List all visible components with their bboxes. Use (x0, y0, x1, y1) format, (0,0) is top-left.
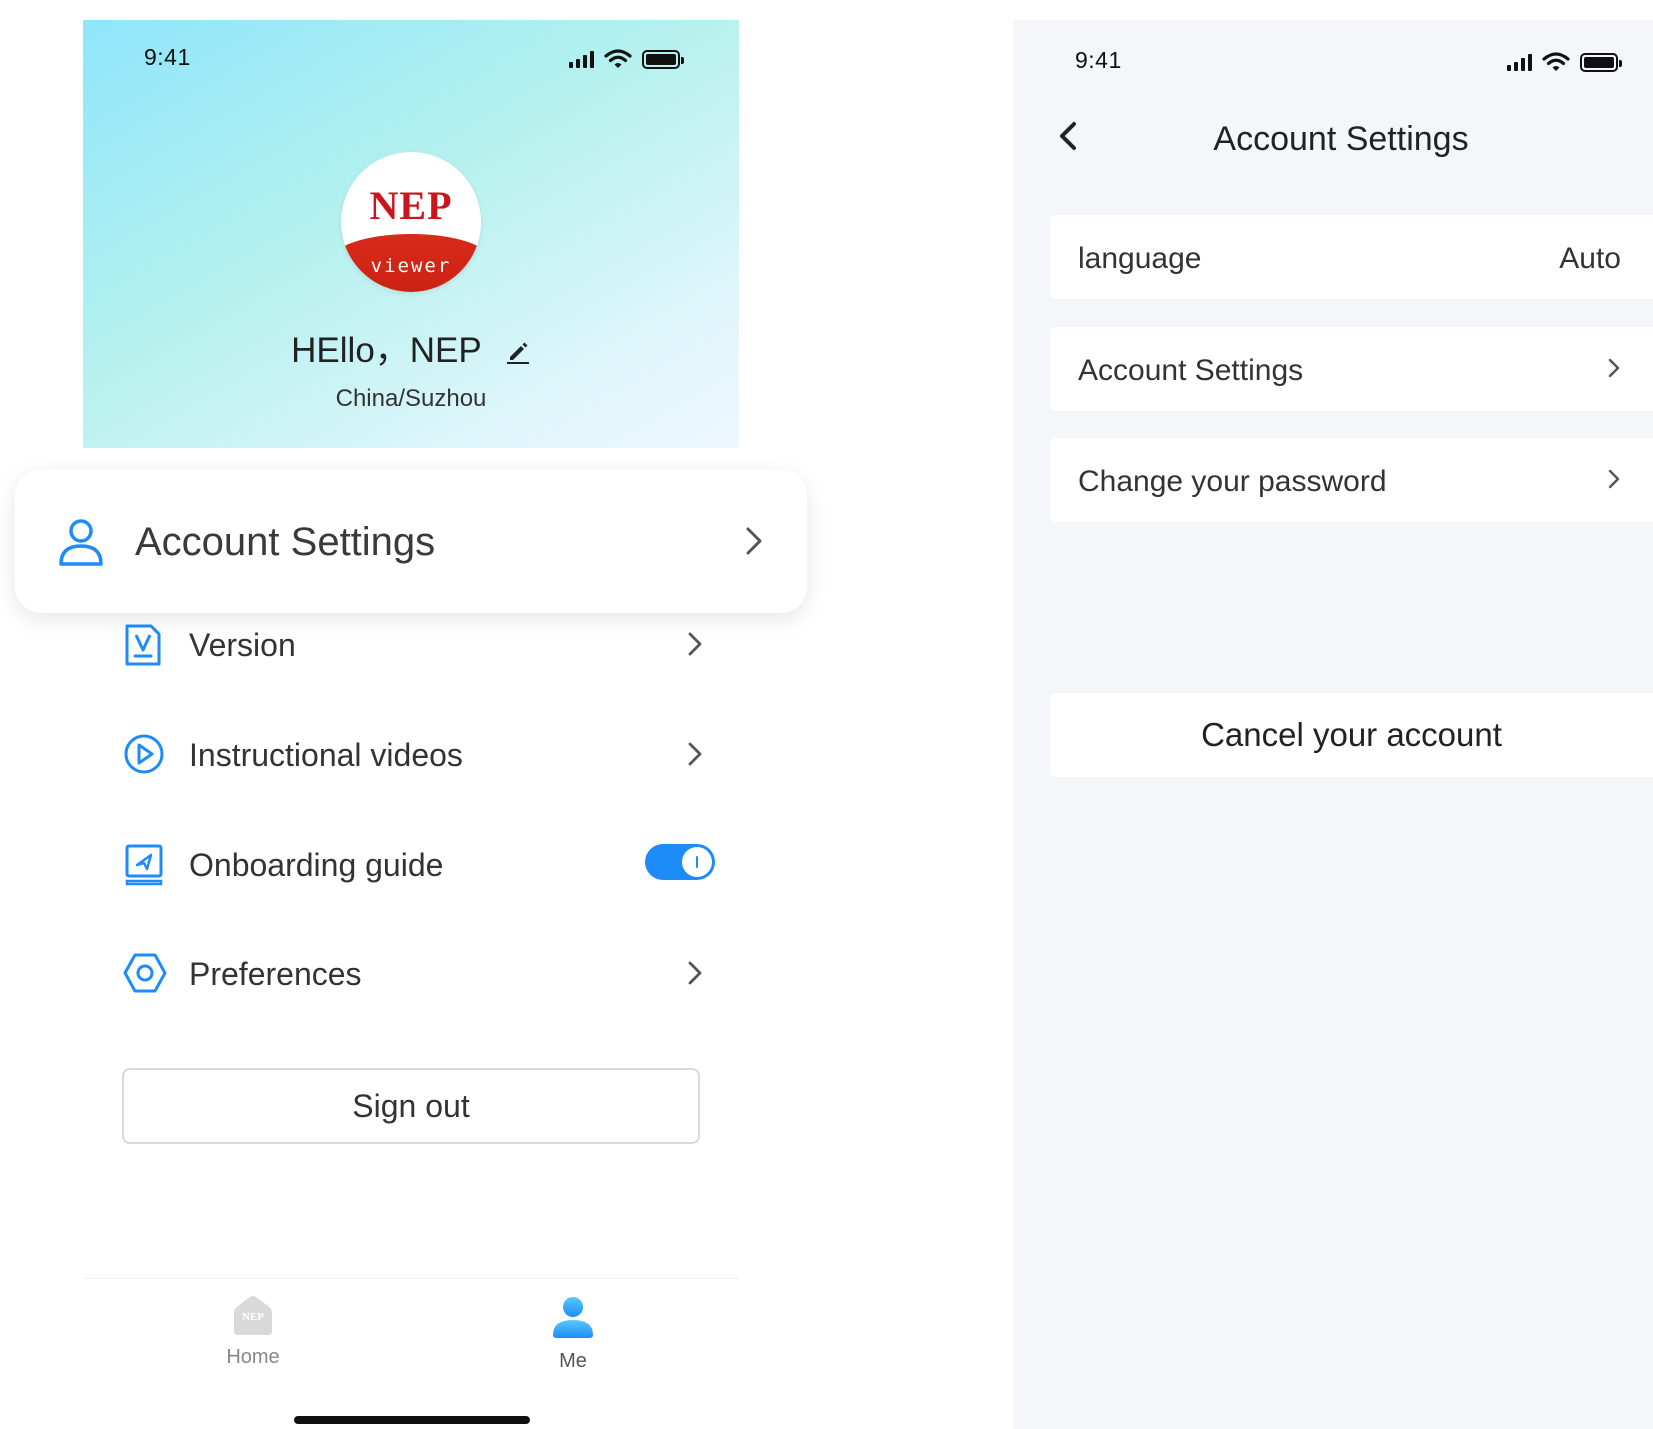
menu-label-preferences: Preferences (189, 956, 362, 992)
onboarding-guide-toggle[interactable] (645, 844, 715, 880)
menu-item-preferences[interactable]: Preferences (123, 942, 703, 1002)
chevron-right-icon (687, 960, 703, 991)
greeting: HEllo，NEP (83, 322, 739, 373)
account-settings-card[interactable]: Account Settings (15, 470, 807, 613)
chevron-right-icon (1607, 468, 1621, 495)
right-phone-screen: 9:41 Account Settings language Auto Acco… (1013, 20, 1653, 1429)
wifi-icon (604, 49, 632, 68)
menu-item-version[interactable]: Version (123, 613, 703, 673)
signal-icon (569, 50, 594, 68)
status-icons (1507, 51, 1622, 73)
menu-label-instructional-videos: Instructional videos (189, 737, 463, 773)
status-time: 9:41 (1075, 47, 1122, 73)
page-title: Account Settings (1213, 120, 1469, 158)
tab-bar: NEP Home Me (83, 1278, 739, 1428)
pencil-icon[interactable] (505, 333, 531, 373)
language-value: Auto (1559, 242, 1621, 275)
tab-home[interactable]: NEP Home (193, 1295, 313, 1369)
person-icon (551, 1295, 595, 1344)
home-icon: NEP (231, 1295, 275, 1337)
tab-label-home: Home (226, 1346, 280, 1368)
avatar[interactable]: NEP viewer (341, 152, 481, 292)
guide-book-icon (123, 843, 165, 892)
sign-out-button[interactable]: Sign out (122, 1068, 700, 1144)
logo-text: NEP (369, 183, 453, 228)
chevron-right-icon (745, 526, 763, 561)
wifi-icon (1542, 52, 1570, 71)
menu-item-onboarding-guide[interactable]: Onboarding guide (123, 833, 715, 893)
account-settings-row[interactable]: Account Settings (1050, 327, 1653, 411)
profile-header: 9:41 NEP viewer HEllo，NEP China/Suzhou (83, 20, 739, 448)
greeting-text: HEllo，NEP (291, 331, 482, 370)
menu-label-onboarding-guide: Onboarding guide (189, 847, 444, 883)
version-icon (123, 623, 163, 672)
account-settings-label: Account Settings (135, 520, 436, 564)
location-text: China/Suzhou (335, 385, 487, 412)
chevron-right-icon (687, 631, 703, 662)
language-label: language (1078, 242, 1202, 275)
menu-item-instructional-videos[interactable]: Instructional videos (123, 723, 703, 783)
tab-label-me: Me (559, 1350, 587, 1372)
logo-subtext: viewer (370, 255, 452, 277)
battery-icon (642, 49, 684, 69)
menu-label-version: Version (189, 627, 296, 663)
chevron-right-icon (687, 741, 703, 772)
battery-icon (1580, 52, 1622, 72)
change-password-label: Change your password (1078, 465, 1387, 498)
left-phone-screen: 9:41 NEP viewer HEllo，NEP China/Suzhou A… (15, 20, 807, 1429)
language-row[interactable]: language Auto (1050, 215, 1653, 299)
play-circle-icon (123, 733, 165, 780)
home-indicator (294, 1416, 530, 1424)
signal-icon (1507, 53, 1532, 71)
hexagon-settings-icon (123, 952, 167, 999)
change-password-row[interactable]: Change your password (1050, 438, 1653, 522)
status-time: 9:41 (144, 44, 191, 70)
home-icon-text: NEP (242, 1311, 264, 1323)
status-icons (569, 48, 684, 70)
chevron-right-icon (1607, 357, 1621, 384)
user-icon (58, 518, 104, 571)
cancel-account-button[interactable]: Cancel your account (1050, 693, 1653, 777)
account-settings-row-label: Account Settings (1078, 354, 1304, 387)
tab-me[interactable]: Me (513, 1295, 633, 1373)
